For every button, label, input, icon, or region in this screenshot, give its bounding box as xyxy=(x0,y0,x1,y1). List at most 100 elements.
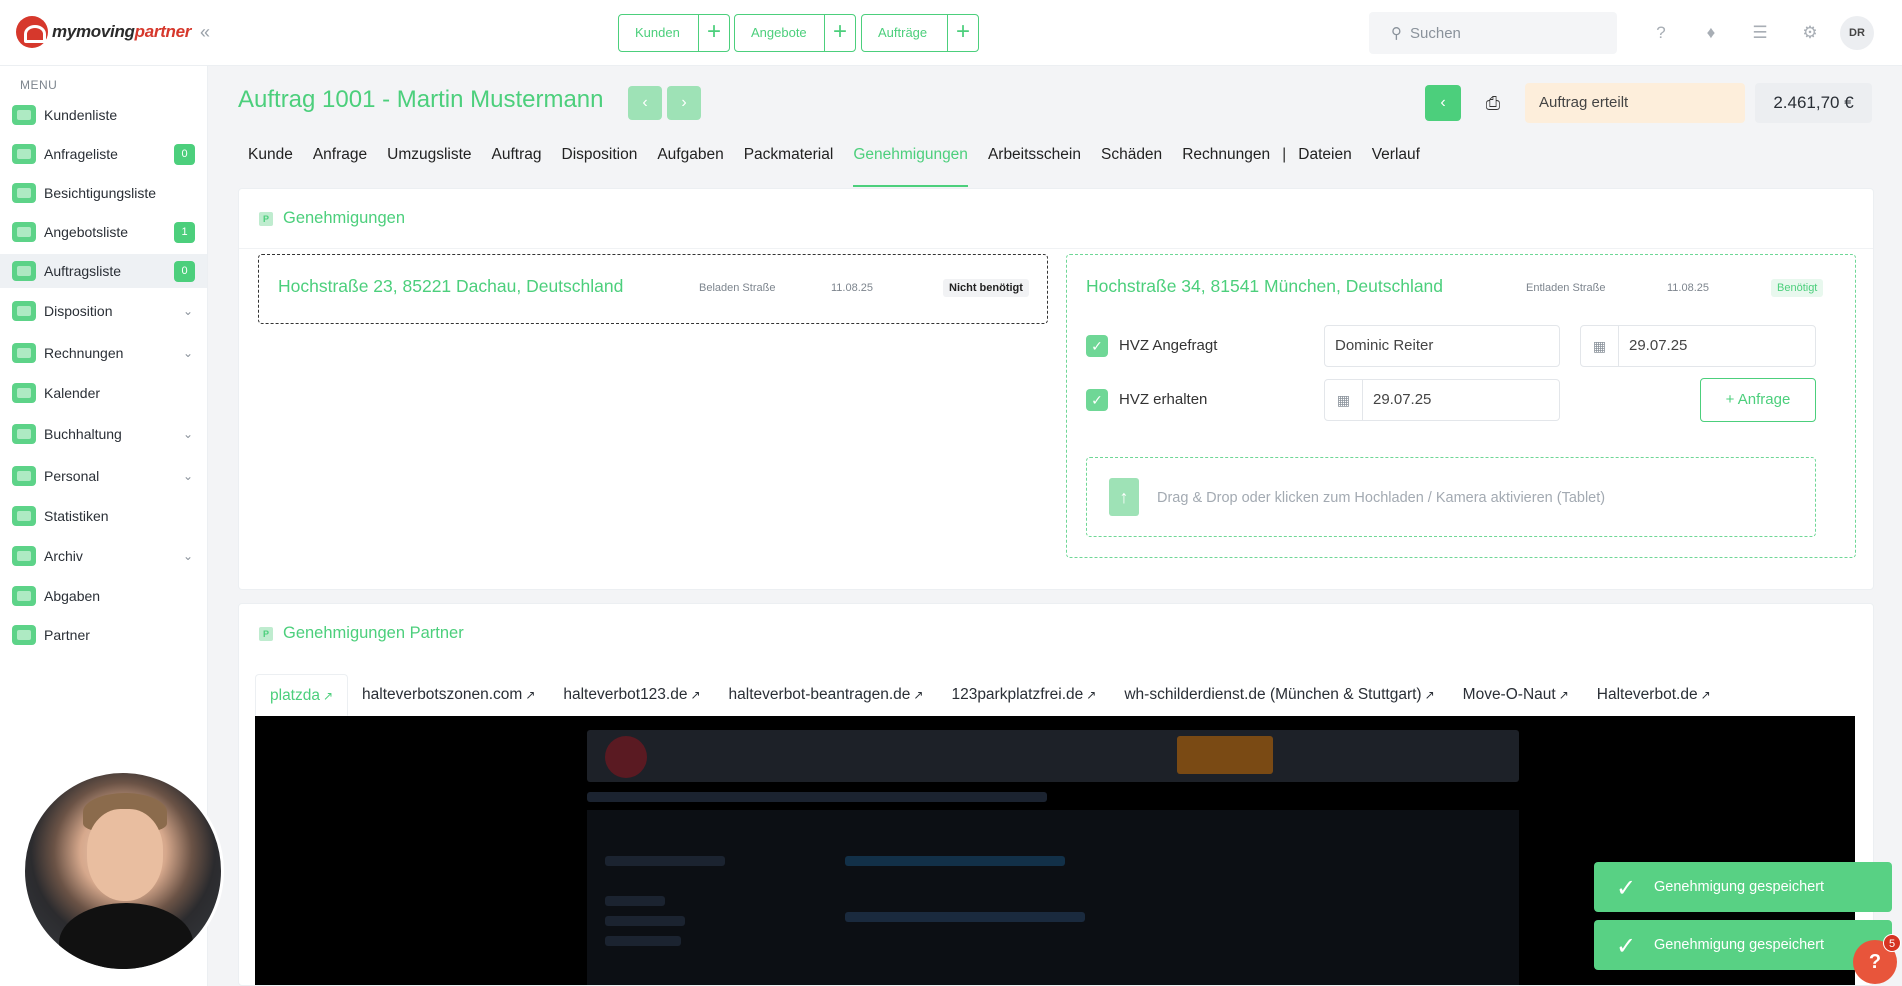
logo-text: mymovingpartner xyxy=(52,22,192,41)
sidebar-item-archiv[interactable]: Archiv ⌄ xyxy=(0,539,207,573)
tab-arbeitsschein[interactable]: Arbeitsschein xyxy=(978,145,1091,177)
add-auftrag-icon[interactable]: + xyxy=(948,15,978,51)
sidebar-item-besichtigungsliste[interactable]: Besichtigungsliste xyxy=(0,176,207,210)
person-clock-icon xyxy=(12,466,36,486)
calendar-icon: ▦ xyxy=(1325,380,1363,420)
requested-by-field[interactable]: Dominic Reiter xyxy=(1324,325,1560,367)
gear-icon[interactable]: ⚙ xyxy=(1799,22,1821,44)
checklist-icon[interactable]: ☰ xyxy=(1749,22,1771,44)
sidebar-item-kundenliste[interactable]: Kundenliste xyxy=(0,98,207,132)
card-header: P Genehmigungen Partner xyxy=(259,624,464,643)
tab-auftrag[interactable]: Auftrag xyxy=(482,145,552,177)
next-order-button[interactable]: › xyxy=(667,86,701,120)
tab-umzugsliste[interactable]: Umzugsliste xyxy=(377,145,481,177)
sidebar-item-angebotsliste[interactable]: Angebotsliste 1 xyxy=(0,215,207,249)
sidebar-item-rechnungen[interactable]: Rechnungen ⌄ xyxy=(0,336,207,370)
partner-tab[interactable]: halteverbot-beantragen.de ↗ xyxy=(715,674,938,716)
print-icon[interactable]: ⎙ xyxy=(1480,90,1506,116)
sidebar-item-statistiken[interactable]: Statistiken xyxy=(0,499,207,533)
count-badge: 0 xyxy=(174,143,195,165)
tab-dateien[interactable]: Dateien xyxy=(1288,145,1361,177)
requested-date-field[interactable]: ▦ 29.07.25 xyxy=(1580,325,1816,367)
calendar-icon: ▦ xyxy=(1581,326,1619,366)
toast-notification[interactable]: ✓ Genehmigung gespeichert xyxy=(1594,920,1892,970)
sidebar-item-auftragsliste[interactable]: Auftragsliste 0 xyxy=(0,254,207,288)
toast-text: Genehmigung gespeichert xyxy=(1654,879,1825,895)
add-angebot-icon[interactable]: + xyxy=(825,15,855,51)
sidebar-item-kalender[interactable]: Kalender xyxy=(0,376,207,410)
back-button[interactable]: ‹ xyxy=(1425,85,1461,121)
upload-dropzone[interactable]: ↑ Drag & Drop oder klicken zum Hochladen… xyxy=(1086,457,1816,537)
card-title: Genehmigungen xyxy=(283,209,406,227)
tab-separator: | xyxy=(1282,146,1287,163)
toast-text: Genehmigung gespeichert xyxy=(1654,937,1825,953)
tab-disposition[interactable]: Disposition xyxy=(552,145,648,177)
order-status[interactable]: Auftrag erteilt xyxy=(1525,83,1745,123)
handshake-icon xyxy=(12,625,36,645)
anfrage-button[interactable]: + Anfrage xyxy=(1700,378,1816,422)
sidebar-item-personal[interactable]: Personal ⌄ xyxy=(0,459,207,493)
page-title: Auftrag 1001 - Martin Mustermann xyxy=(238,86,604,113)
count-badge: 1 xyxy=(174,221,195,243)
user-avatar[interactable]: DR xyxy=(1840,16,1874,50)
help-icon[interactable]: ? xyxy=(1650,22,1672,44)
external-link-icon: ↗ xyxy=(1558,688,1569,702)
external-link-icon: ↗ xyxy=(1700,688,1711,702)
tab-kunde[interactable]: Kunde xyxy=(238,145,303,177)
quick-kunden-button[interactable]: Kunden xyxy=(619,15,699,51)
address-type: Entladen Straße xyxy=(1526,282,1606,294)
tab-aufgaben[interactable]: Aufgaben xyxy=(647,145,733,177)
collapse-sidebar-icon[interactable]: « xyxy=(200,22,210,43)
sidebar-item-disposition[interactable]: Disposition ⌄ xyxy=(0,294,207,328)
quick-angebote-button[interactable]: Angebote xyxy=(735,15,825,51)
address-date: 11.08.25 xyxy=(831,282,874,294)
search-input[interactable]: ⚲ Suchen xyxy=(1369,12,1617,54)
date-value: 29.07.25 xyxy=(1373,391,1432,408)
tab-packmaterial[interactable]: Packmaterial xyxy=(734,145,844,177)
partner-tabs: platzda ↗ halteverbotszonen.com ↗ haltever… xyxy=(255,674,1725,716)
toast-notification[interactable]: ✓ Genehmigung gespeichert xyxy=(1594,862,1892,912)
tab-anfrage[interactable]: Anfrage xyxy=(303,145,377,177)
sidebar-item-partner[interactable]: Partner xyxy=(0,618,207,652)
prev-order-button[interactable]: ‹ xyxy=(628,86,662,120)
archive-icon xyxy=(12,546,36,566)
top-bar: mymovingpartner « Kunden + Angebote + Au… xyxy=(0,0,1902,66)
bell-icon[interactable]: ♦ xyxy=(1700,22,1722,44)
tab-verlauf[interactable]: Verlauf xyxy=(1362,145,1430,177)
disposition-icon xyxy=(12,301,36,321)
order-amount: 2.461,70 € xyxy=(1755,83,1872,123)
partner-tab[interactable]: halteverbotszonen.com ↗ xyxy=(348,674,549,716)
network-icon xyxy=(12,586,36,606)
external-link-icon: ↗ xyxy=(1086,688,1097,702)
sidebar-item-buchhaltung[interactable]: Buchhaltung ⌄ xyxy=(0,417,207,451)
calendar-icon xyxy=(12,383,36,403)
partner-tab[interactable]: wh-schilderdienst.de (München & Stuttgar… xyxy=(1110,674,1448,716)
tab-schaeden[interactable]: Schäden xyxy=(1091,145,1172,177)
hvz-received-checkbox[interactable]: ✓ xyxy=(1086,389,1108,411)
menu-label: MENU xyxy=(20,78,58,92)
loading-address-box[interactable]: Hochstraße 23, 85221 Dachau, Deutschland… xyxy=(258,254,1048,324)
app-logo[interactable]: mymovingpartner xyxy=(16,16,191,48)
tab-genehmigungen[interactable]: Genehmigungen xyxy=(843,145,978,187)
received-date-field[interactable]: ▦ 29.07.25 xyxy=(1324,379,1560,421)
partner-tab[interactable]: platzda ↗ xyxy=(255,674,349,716)
add-kunde-icon[interactable]: + xyxy=(699,15,729,51)
webcam-overlay xyxy=(22,770,224,972)
check-icon: ✓ xyxy=(1616,875,1637,902)
quick-kunden: Kunden + xyxy=(618,14,730,52)
hvz-requested-checkbox[interactable]: ✓ xyxy=(1086,335,1108,357)
external-link-icon: ↗ xyxy=(913,688,924,702)
upload-text: Drag & Drop oder klicken zum Hochladen /… xyxy=(1157,490,1606,506)
quick-auftraege-button[interactable]: Aufträge xyxy=(862,15,948,51)
search-icon: ⚲ xyxy=(1391,25,1402,42)
sidebar-item-anfrageliste[interactable]: Anfrageliste 0 xyxy=(0,137,207,171)
partner-tab[interactable]: halteverbot123.de ↗ xyxy=(549,674,714,716)
tab-rechnungen[interactable]: Rechnungen xyxy=(1172,145,1280,177)
sidebar-item-abgaben[interactable]: Abgaben xyxy=(0,579,207,613)
upload-icon: ↑ xyxy=(1109,478,1139,516)
partner-tab[interactable]: 123parkplatzfrei.de ↗ xyxy=(937,674,1110,716)
money-icon xyxy=(12,343,36,363)
partner-tab[interactable]: Move-O-Naut ↗ xyxy=(1449,674,1583,716)
count-badge: 0 xyxy=(174,260,195,282)
partner-tab[interactable]: Halteverbot.de ↗ xyxy=(1583,674,1725,716)
